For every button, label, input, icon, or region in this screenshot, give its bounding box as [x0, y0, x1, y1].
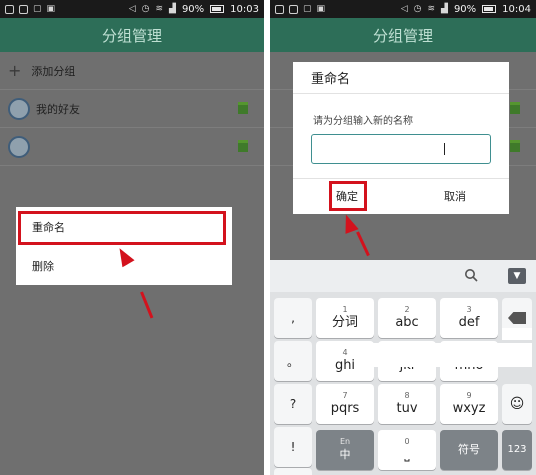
- key-label: tuv: [396, 401, 418, 416]
- left-screenshot: ▢ ▣ ◁ ◷ ≋ ▟ 90% 10:03 分组管理 + 添加分组 我的好友 重…: [0, 0, 264, 475]
- space-key[interactable]: 0 ⎵: [378, 430, 436, 470]
- add-group-label: 添加分组: [31, 64, 76, 78]
- battery-icon: [482, 5, 497, 13]
- emoji-key[interactable]: ☺: [502, 384, 532, 424]
- group-name-input[interactable]: [311, 134, 491, 164]
- status-bar: ▢ ▣ ◁ ◷ ≋ ▟ 90% 10:03: [0, 0, 264, 18]
- right-screenshot: ▢ ▣ ◁ ◷ ≋ ▟ 90% 10:04 分组管理 重命名 请为分组输入新的名…: [270, 0, 536, 475]
- key-number: 2: [404, 305, 410, 314]
- hide-keyboard-icon[interactable]: ▼: [508, 268, 526, 284]
- language-key[interactable]: En 中: [316, 430, 374, 470]
- battery-percent: 90%: [181, 3, 205, 15]
- key-number: 9: [466, 391, 472, 400]
- punct-key[interactable]: 。: [274, 341, 312, 381]
- notification-icon: [19, 4, 28, 14]
- space-icon: ⎵: [404, 447, 410, 462]
- key-9[interactable]: 9 wxyz: [440, 384, 498, 424]
- trash-icon[interactable]: [510, 102, 520, 114]
- notification-icon: ▢: [303, 4, 312, 14]
- rename-dialog: 重命名 请为分组输入新的名称 确定 取消: [293, 62, 509, 214]
- search-icon[interactable]: [464, 268, 478, 282]
- signal-icon: ▟: [169, 4, 176, 14]
- punct-key[interactable]: !: [274, 427, 312, 467]
- key-label: 中: [339, 448, 351, 461]
- clock: 10:03: [230, 3, 259, 15]
- alarm-icon: ◷: [141, 4, 150, 14]
- trash-icon[interactable]: [238, 140, 248, 152]
- status-bar: ▢ ▣ ◁ ◷ ≋ ▟ 90% 10:04: [270, 0, 536, 18]
- notification-icon: [275, 4, 284, 14]
- key-label: abc: [395, 315, 419, 330]
- key-number: 1: [342, 305, 348, 314]
- avatar: [8, 97, 30, 120]
- text-caret: [444, 143, 445, 155]
- dialog-hint: 请为分组输入新的名称: [313, 116, 413, 127]
- trash-icon[interactable]: [510, 140, 520, 152]
- numbers-key[interactable]: 123: [502, 430, 532, 470]
- punct-key[interactable]: ,: [274, 298, 312, 338]
- key-label: def: [458, 315, 480, 330]
- key-8[interactable]: 8 tuv: [378, 384, 436, 424]
- dialog-title: 重命名: [293, 62, 509, 94]
- key-number: 8: [404, 391, 410, 400]
- plus-icon: +: [8, 61, 22, 80]
- key-label: wxyz: [452, 401, 486, 416]
- page-title: 分组管理: [0, 18, 264, 52]
- add-group-row[interactable]: + 添加分组: [0, 52, 264, 90]
- key-label: 123: [507, 444, 527, 455]
- backspace-icon: [508, 312, 526, 324]
- wifi-icon: ≋: [427, 4, 436, 14]
- page-title: 分组管理: [270, 18, 536, 52]
- key-number: En: [339, 437, 351, 446]
- key-4[interactable]: 4 ghi: [316, 341, 374, 381]
- signal-icon: ▟: [441, 4, 448, 14]
- group-name: 我的好友: [36, 102, 80, 116]
- key-7[interactable]: 7 pqrs: [316, 384, 374, 424]
- group-row[interactable]: 我的好友: [0, 90, 264, 128]
- mute-icon: ◁: [128, 4, 136, 14]
- battery-percent: 90%: [453, 3, 477, 15]
- key-overlay: [502, 328, 532, 340]
- clock: 10:04: [502, 3, 531, 15]
- punct-key[interactable]: ~: [274, 468, 312, 475]
- key-number: 3: [466, 305, 472, 314]
- emoji-icon: ☺: [509, 396, 525, 412]
- message-icon: ▣: [46, 4, 56, 14]
- key-label: 符号: [458, 443, 480, 456]
- battery-icon: [210, 5, 225, 13]
- key-number: 7: [342, 391, 348, 400]
- avatar: [8, 135, 30, 158]
- highlight-box: [329, 181, 367, 211]
- key-label: ghi: [334, 358, 356, 373]
- key-3[interactable]: 3 def: [440, 298, 498, 338]
- mute-icon: ◁: [400, 4, 408, 14]
- punct-key[interactable]: ?: [274, 384, 312, 424]
- notification-icon: [5, 4, 14, 14]
- cancel-button[interactable]: 取消: [401, 179, 509, 213]
- keyboard: ▼ , 。 ? ! ~ 1 分词 2 abc 3 def 4 ghi 5: [270, 260, 536, 475]
- key-number: 0: [404, 437, 410, 446]
- key-2[interactable]: 2 abc: [378, 298, 436, 338]
- key-1[interactable]: 1 分词: [316, 298, 374, 338]
- key-label: pqrs: [330, 401, 360, 416]
- key-overlay: [372, 343, 532, 367]
- trash-icon[interactable]: [238, 102, 248, 114]
- group-row[interactable]: [0, 128, 264, 166]
- message-icon: ▣: [316, 4, 326, 14]
- keyboard-toolbar: ▼: [270, 260, 536, 292]
- notification-icon: ▢: [33, 4, 42, 14]
- alarm-icon: ◷: [413, 4, 422, 14]
- notification-icon: [289, 4, 298, 14]
- highlight-box: [18, 211, 226, 245]
- key-label: 分词: [331, 315, 358, 330]
- wifi-icon: ≋: [155, 4, 164, 14]
- key-number: 4: [342, 348, 348, 357]
- symbols-key[interactable]: 符号: [440, 430, 498, 470]
